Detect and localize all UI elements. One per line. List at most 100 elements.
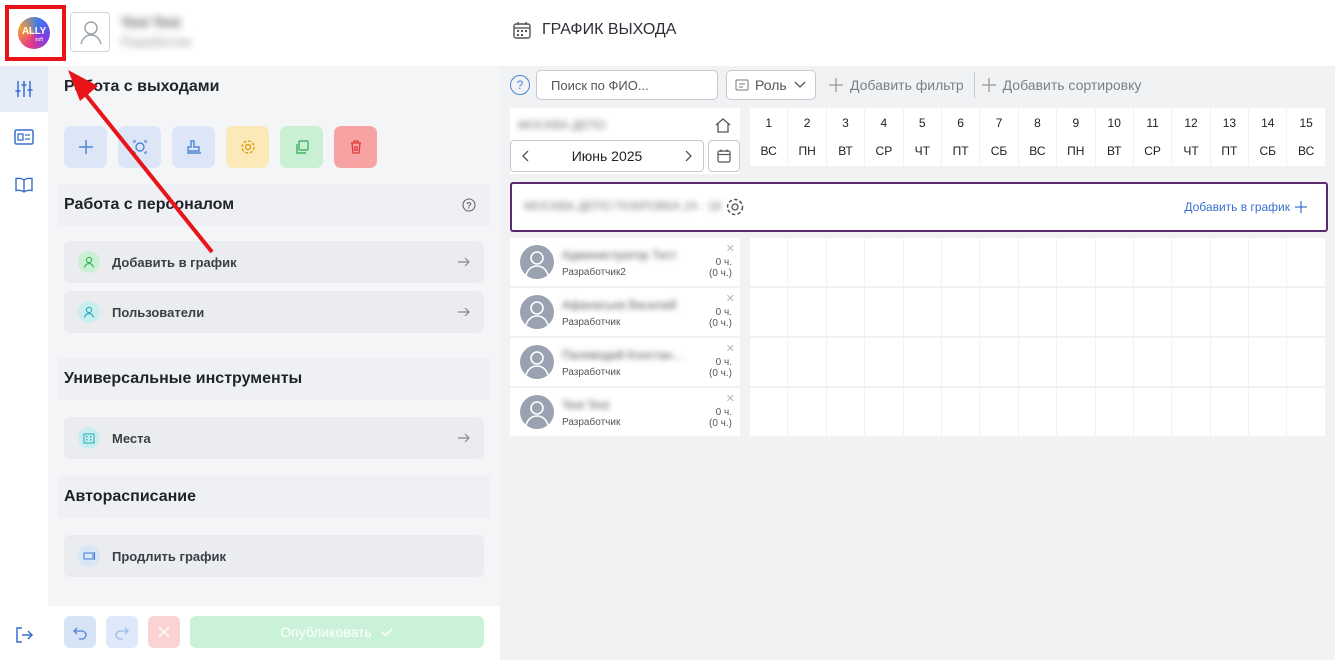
remove-employee-icon[interactable]: ✕ — [726, 342, 735, 355]
schedule-cell[interactable] — [826, 238, 865, 286]
schedule-cell[interactable] — [1057, 238, 1095, 286]
schedule-cell[interactable] — [1287, 238, 1325, 286]
add-filter-button[interactable]: Добавить фильтр — [828, 77, 964, 93]
schedule-cell[interactable] — [1287, 388, 1325, 436]
schedule-cell[interactable] — [980, 288, 1018, 336]
schedule-cell[interactable] — [1249, 388, 1287, 436]
schedule-cell[interactable] — [1287, 338, 1325, 386]
schedule-cell[interactable] — [1133, 388, 1172, 436]
chevron-right-icon[interactable] — [681, 149, 695, 163]
schedule-cell[interactable] — [1249, 238, 1287, 286]
redo-button[interactable] — [106, 616, 138, 648]
undo-button[interactable] — [64, 616, 96, 648]
schedule-cell[interactable] — [826, 388, 865, 436]
schedule-cell[interactable] — [1018, 338, 1057, 386]
remove-employee-icon[interactable]: ✕ — [726, 292, 735, 305]
schedule-cell[interactable] — [865, 388, 903, 436]
role-select[interactable]: Роль — [726, 70, 816, 100]
schedule-cell[interactable] — [980, 238, 1018, 286]
employee-row[interactable]: Паливодий Констан... Разработчик 0 ч. (0 ч.… — [510, 338, 740, 386]
schedule-cell[interactable] — [1133, 238, 1172, 286]
schedule-cell[interactable] — [903, 288, 941, 336]
cancel-button[interactable] — [148, 616, 180, 648]
month-selector[interactable]: Июнь 2025 — [510, 140, 704, 172]
schedule-cell[interactable] — [941, 338, 980, 386]
schedule-cell[interactable] — [750, 338, 788, 386]
schedule-cell[interactable] — [1057, 388, 1095, 436]
schedule-cell[interactable] — [1210, 388, 1249, 436]
stamp-exit-button[interactable] — [172, 126, 215, 168]
schedule-cell[interactable] — [865, 288, 903, 336]
rail-logout[interactable] — [0, 612, 48, 658]
date-picker-button[interactable] — [708, 140, 740, 172]
employee-row[interactable]: Test Test Разработчик 0 ч. (0 ч.) ✕ — [510, 388, 740, 436]
schedule-cell[interactable] — [788, 388, 826, 436]
extend-schedule-card[interactable]: Продлить график — [64, 535, 484, 577]
schedule-cell[interactable] — [980, 338, 1018, 386]
rail-id-card[interactable] — [0, 114, 48, 160]
schedule-cell[interactable] — [788, 288, 826, 336]
schedule-cell[interactable] — [1172, 338, 1210, 386]
schedule-cell[interactable] — [1095, 238, 1133, 286]
schedule-cell[interactable] — [1133, 288, 1172, 336]
schedule-cell[interactable] — [1249, 338, 1287, 386]
help-icon[interactable]: ? — [510, 75, 530, 95]
rail-book[interactable] — [0, 162, 48, 208]
schedule-cell[interactable] — [826, 288, 865, 336]
publish-button[interactable]: Опубликовать — [190, 616, 484, 648]
schedule-cell[interactable] — [1018, 388, 1057, 436]
remove-employee-icon[interactable]: ✕ — [726, 242, 735, 255]
schedule-cell[interactable] — [750, 388, 788, 436]
user-avatar[interactable] — [70, 12, 110, 52]
rail-schedule-settings[interactable] — [0, 66, 48, 112]
schedule-cell[interactable] — [1172, 288, 1210, 336]
schedule-cell[interactable] — [1210, 288, 1249, 336]
schedule-cell[interactable] — [1018, 238, 1057, 286]
remove-employee-icon[interactable]: ✕ — [726, 392, 735, 405]
employee-row[interactable]: Афанасьев Василий Разработчик 0 ч. (0 ч.) ✕ — [510, 288, 740, 336]
schedule-cell[interactable] — [903, 388, 941, 436]
schedule-cell[interactable] — [865, 338, 903, 386]
copy-exit-button[interactable] — [280, 126, 323, 168]
ally-logo[interactable]: ALLY soft — [18, 17, 50, 49]
schedule-cell[interactable] — [903, 338, 941, 386]
schedule-cell[interactable] — [1057, 338, 1095, 386]
schedule-cell[interactable] — [1210, 338, 1249, 386]
add-sort-button[interactable]: Добавить сортировку — [981, 77, 1141, 93]
schedule-cell[interactable] — [941, 238, 980, 286]
schedule-cell[interactable] — [865, 238, 903, 286]
chevron-left-icon[interactable] — [519, 149, 533, 163]
search-exit-button[interactable] — [118, 126, 161, 168]
add-to-schedule-card[interactable]: Добавить в график — [64, 241, 484, 283]
delete-exit-button[interactable] — [334, 126, 377, 168]
schedule-cell[interactable] — [1095, 338, 1133, 386]
settings-exit-button[interactable] — [226, 126, 269, 168]
employee-row[interactable]: Администратор Тест Разработчик2 0 ч. (0 ч.)… — [510, 238, 740, 286]
schedule-cell[interactable] — [903, 238, 941, 286]
add-to-schedule-link[interactable]: Добавить в график — [1184, 200, 1308, 214]
schedule-cell[interactable] — [1095, 288, 1133, 336]
schedule-cell[interactable] — [750, 288, 788, 336]
add-exit-button[interactable] — [64, 126, 107, 168]
users-card[interactable]: Пользователи — [64, 291, 484, 333]
schedule-cell[interactable] — [1018, 288, 1057, 336]
schedule-cell[interactable] — [1287, 288, 1325, 336]
schedule-cell[interactable] — [941, 288, 980, 336]
help-icon[interactable]: ? — [462, 198, 476, 212]
schedule-cell[interactable] — [1095, 388, 1133, 436]
schedule-cell[interactable] — [980, 388, 1018, 436]
search-input[interactable]: Поиск по ФИО... — [536, 70, 718, 100]
schedule-cell[interactable] — [1057, 288, 1095, 336]
schedule-cell[interactable] — [750, 238, 788, 286]
schedule-cell[interactable] — [941, 388, 980, 436]
schedule-cell[interactable] — [788, 338, 826, 386]
places-card[interactable]: Места — [64, 417, 484, 459]
schedule-cell[interactable] — [1172, 388, 1210, 436]
schedule-cell[interactable] — [1210, 238, 1249, 286]
schedule-cell[interactable] — [1172, 238, 1210, 286]
gear-icon[interactable] — [724, 196, 746, 218]
schedule-cell[interactable] — [788, 238, 826, 286]
schedule-cell[interactable] — [1133, 338, 1172, 386]
schedule-cell[interactable] — [1249, 288, 1287, 336]
home-icon[interactable] — [714, 116, 732, 134]
